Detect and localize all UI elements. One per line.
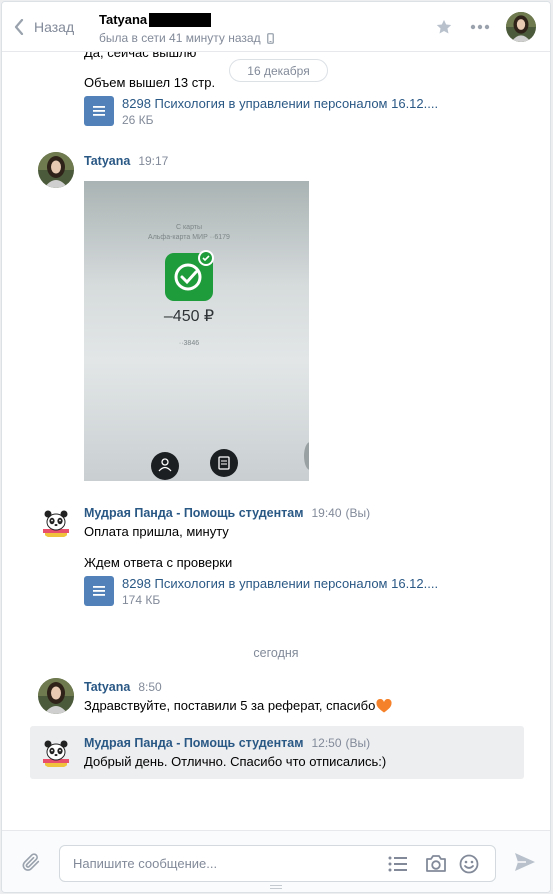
resize-grip[interactable] [270, 885, 282, 889]
avatar-photo [506, 12, 536, 42]
receipt-account: ··3846 [179, 340, 199, 347]
camera-icon [426, 855, 446, 872]
avatar-photo [38, 152, 74, 188]
peer-info[interactable]: Tatyana была в сети 41 минуту назад [99, 12, 274, 45]
avatar-photo [38, 678, 74, 714]
sender-tag: (Вы) [345, 736, 371, 750]
message-time[interactable]: 8:50 [138, 680, 161, 694]
star-icon [436, 19, 452, 34]
redaction-bar [149, 12, 212, 27]
document-icon [84, 96, 114, 126]
panda-avatar-icon [38, 733, 74, 769]
message-author[interactable]: Мудрая Панда - Помощь студентам [84, 506, 303, 520]
paperclip-icon [22, 853, 40, 871]
document-attachment[interactable]: 8298 Психология в управлении персоналом … [84, 576, 438, 607]
document-title[interactable]: 8298 Психология в управлении персоналом … [122, 576, 438, 592]
send-button[interactable] [514, 852, 536, 875]
message-text: Оплата пришла, минуту [84, 524, 229, 539]
message-author[interactable]: Мудрая Панда - Помощь студентам [84, 736, 303, 750]
chevron-left-icon [14, 19, 24, 35]
message-history[interactable]: Да, сейчас вышлю 16 декабря Объем вышел … [2, 52, 550, 830]
chat-header: Назад Tatyana была в сети 41 минуту наза… [2, 2, 550, 52]
chat-window: Назад Tatyana была в сети 41 минуту наза… [1, 1, 551, 893]
avatar[interactable] [38, 733, 74, 769]
attach-button[interactable] [20, 851, 42, 876]
message-time[interactable]: 12:50 [311, 736, 341, 750]
back-label: Назад [34, 19, 75, 35]
message-time[interactable]: 19:17 [138, 154, 168, 168]
sender-tag: (Вы) [345, 506, 371, 520]
peer-status: была в сети 41 минуту назад [99, 31, 261, 45]
payment-receipt-photo: С карты Альфа-карта МИР ··6179 –450 ₽ ··… [84, 181, 309, 481]
message-text: Ждем ответа с проверки [84, 555, 233, 570]
message-time[interactable]: 19:40 [311, 506, 341, 520]
message-author[interactable]: Tatyana [84, 680, 130, 694]
message-author[interactable]: Tatyana [84, 154, 130, 168]
message-text-partial: Да, сейчас вышлю [84, 52, 197, 60]
photo-attachment[interactable]: С карты Альфа-карта МИР ··6179 –450 ₽ ··… [84, 181, 309, 481]
star-button[interactable] [430, 13, 458, 41]
message-text: Здравствуйте, поставили 5 за реферат, сп… [84, 698, 376, 713]
emoji-button[interactable] [459, 854, 479, 877]
document-title[interactable]: 8298 Психология в управлении персоналом … [122, 96, 438, 112]
avatar[interactable] [38, 503, 74, 539]
receipt-card-name: Альфа-карта МИР ··6179 [148, 234, 230, 241]
photo-button[interactable] [425, 854, 447, 877]
document-icon [84, 576, 114, 606]
document-size: 174 КБ [122, 593, 161, 607]
document-size: 26 КБ [122, 113, 154, 127]
message-text: Добрый день. Отлично. Спасибо что отписа… [84, 754, 387, 769]
avatar[interactable] [38, 152, 74, 188]
peer-avatar[interactable] [506, 12, 536, 42]
message-text: Объем вышел 13 стр. [84, 75, 216, 90]
receipt-from-label: С карты [176, 224, 202, 231]
peer-name: Tatyana [99, 12, 148, 27]
day-separator: сегодня [253, 646, 299, 660]
templates-button[interactable] [388, 855, 408, 876]
more-dots-icon [470, 24, 490, 30]
document-attachment[interactable]: 8298 Психология в управлении персоналом … [84, 96, 438, 127]
send-icon [515, 853, 535, 871]
panda-avatar-icon [38, 503, 74, 539]
more-button[interactable] [466, 13, 494, 41]
list-icon [388, 856, 407, 872]
receipt-amount: –450 ₽ [164, 308, 214, 325]
mobile-icon [266, 32, 274, 44]
message-composer: Напишите сообщение... [2, 830, 550, 892]
message-input-placeholder: Напишите сообщение... [73, 856, 218, 871]
smile-icon [459, 854, 479, 874]
back-button[interactable]: Назад [14, 16, 74, 38]
date-pill[interactable]: 16 декабря [229, 59, 328, 82]
avatar[interactable] [38, 678, 74, 714]
orange-heart-icon [376, 698, 392, 712]
message-input[interactable]: Напишите сообщение... [59, 845, 496, 882]
